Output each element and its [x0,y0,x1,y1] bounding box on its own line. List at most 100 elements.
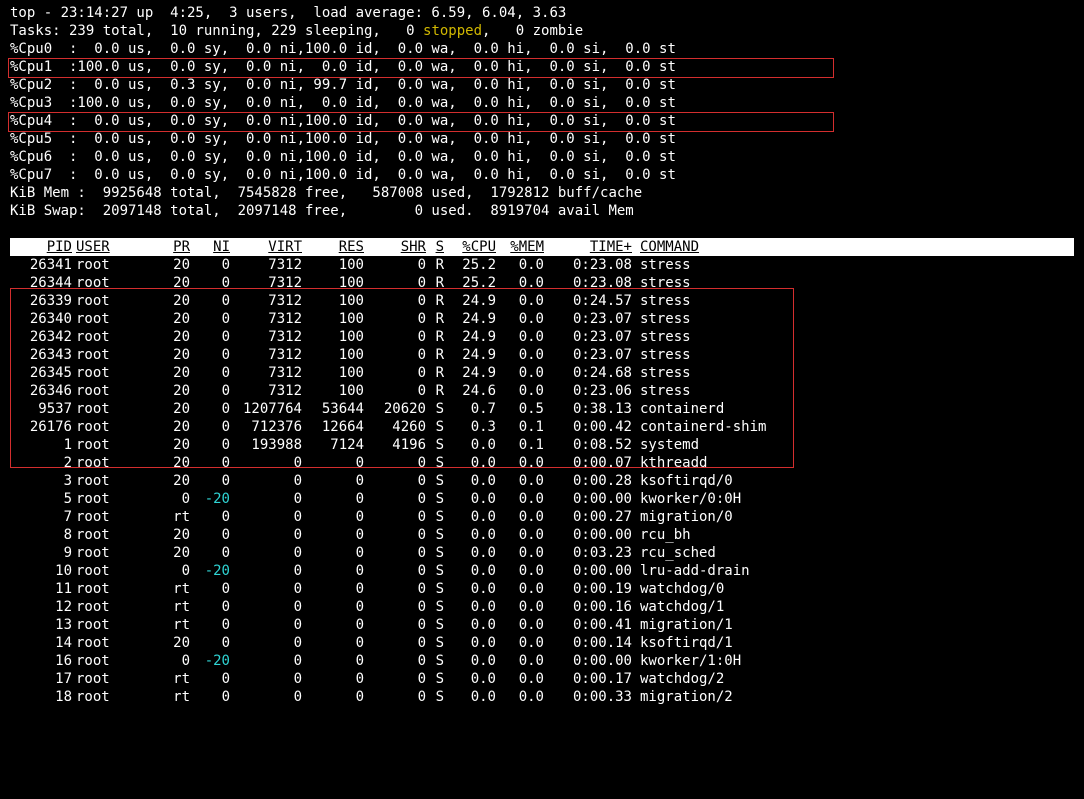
uptime-line: top - 23:14:27 up 4:25, 3 users, load av… [10,4,1074,22]
cell-pr: 0 [148,562,190,580]
cell-shr: 0 [364,634,426,652]
cell-user: root [76,580,148,598]
col-user: USER [76,238,148,256]
highlight-processes [10,288,794,468]
cell-s: S [426,508,444,526]
terminal-output[interactable]: top - 23:14:27 up 4:25, 3 users, load av… [0,0,1084,716]
col-mem: %MEM [496,238,544,256]
cpu3-line: %Cpu3 :100.0 us, 0.0 sy, 0.0 ni, 0.0 id,… [10,94,1074,112]
cell-shr: 0 [364,670,426,688]
cell-virt: 0 [230,544,302,562]
cell-pr: 20 [148,634,190,652]
swap-line: KiB Swap: 2097148 total, 2097148 free, 0… [10,202,1074,220]
col-virt: VIRT [230,238,302,256]
process-header: PID USER PR NI VIRT RES SHR S %CPU %MEM … [10,238,1074,256]
cell-pid: 26341 [10,256,76,274]
cell-user: root [76,634,148,652]
cell-pid: 8 [10,526,76,544]
cell-cmd: migration/2 [632,688,1074,706]
cell-cmd: rcu_bh [632,526,1074,544]
cell-time: 0:00.33 [544,688,632,706]
cell-pr: rt [148,598,190,616]
cell-s: S [426,472,444,490]
cell-virt: 0 [230,508,302,526]
cell-virt: 0 [230,652,302,670]
cell-mem: 0.0 [496,670,544,688]
cpu2-line: %Cpu2 : 0.0 us, 0.3 sy, 0.0 ni, 99.7 id,… [10,76,1074,94]
cell-user: root [76,562,148,580]
cell-user: root [76,652,148,670]
cell-pr: 20 [148,256,190,274]
cell-user: root [76,526,148,544]
cell-pr: rt [148,616,190,634]
cell-s: S [426,544,444,562]
cell-res: 0 [302,490,364,508]
cell-mem: 0.0 [496,634,544,652]
cell-cpu: 0.0 [444,562,496,580]
cell-ni: 0 [190,670,230,688]
cell-pid: 13 [10,616,76,634]
cell-ni: 0 [190,688,230,706]
process-row: 17rootrt0000S0.00.00:00.17watchdog/2 [10,670,1074,688]
cell-s: S [426,526,444,544]
process-row: 26341root20073121000R25.20.00:23.08stres… [10,256,1074,274]
cell-s: S [426,688,444,706]
cell-shr: 0 [364,652,426,670]
cell-cpu: 0.0 [444,616,496,634]
cell-time: 0:00.00 [544,562,632,580]
process-row: 13rootrt0000S0.00.00:00.41migration/1 [10,616,1074,634]
col-cpu: %CPU [444,238,496,256]
cell-mem: 0.0 [496,508,544,526]
cell-pid: 12 [10,598,76,616]
cell-pr: 20 [148,472,190,490]
cell-time: 0:00.16 [544,598,632,616]
cell-virt: 0 [230,670,302,688]
cell-shr: 0 [364,544,426,562]
cell-pr: rt [148,508,190,526]
cell-s: S [426,670,444,688]
cell-mem: 0.0 [496,256,544,274]
cell-cmd: watchdog/0 [632,580,1074,598]
cell-pid: 16 [10,652,76,670]
cell-cmd: watchdog/1 [632,598,1074,616]
cell-time: 0:00.00 [544,526,632,544]
cell-res: 0 [302,544,364,562]
cell-shr: 0 [364,508,426,526]
cell-res: 0 [302,634,364,652]
cell-ni: 0 [190,544,230,562]
cell-res: 0 [302,580,364,598]
cell-virt: 7312 [230,256,302,274]
cell-pid: 3 [10,472,76,490]
cell-user: root [76,490,148,508]
cell-virt: 0 [230,562,302,580]
process-row: 9root200000S0.00.00:03.23rcu_sched [10,544,1074,562]
cell-virt: 0 [230,490,302,508]
cell-pid: 17 [10,670,76,688]
cell-cmd: ksoftirqd/1 [632,634,1074,652]
cell-virt: 0 [230,526,302,544]
cell-ni: 0 [190,256,230,274]
cell-pid: 10 [10,562,76,580]
highlight-cpu3 [8,112,834,132]
cell-user: root [76,670,148,688]
cell-shr: 0 [364,616,426,634]
cell-cpu: 0.0 [444,526,496,544]
cell-user: root [76,472,148,490]
cell-user: root [76,688,148,706]
cell-ni: 0 [190,526,230,544]
cell-s: S [426,562,444,580]
cell-res: 0 [302,670,364,688]
cell-virt: 0 [230,616,302,634]
cell-ni: 0 [190,472,230,490]
cpu6-line: %Cpu6 : 0.0 us, 0.0 sy, 0.0 ni,100.0 id,… [10,148,1074,166]
cell-mem: 0.0 [496,598,544,616]
cpu5-line: %Cpu5 : 0.0 us, 0.0 sy, 0.0 ni,100.0 id,… [10,130,1074,148]
cpu7-line: %Cpu7 : 0.0 us, 0.0 sy, 0.0 ni,100.0 id,… [10,166,1074,184]
cell-mem: 0.0 [496,544,544,562]
cell-mem: 0.0 [496,580,544,598]
process-row: 16root0-20000S0.00.00:00.00kworker/1:0H [10,652,1074,670]
cpu0-line: %Cpu0 : 0.0 us, 0.0 sy, 0.0 ni,100.0 id,… [10,40,1074,58]
cell-pr: 20 [148,526,190,544]
cell-mem: 0.0 [496,616,544,634]
col-time: TIME+ [544,238,632,256]
